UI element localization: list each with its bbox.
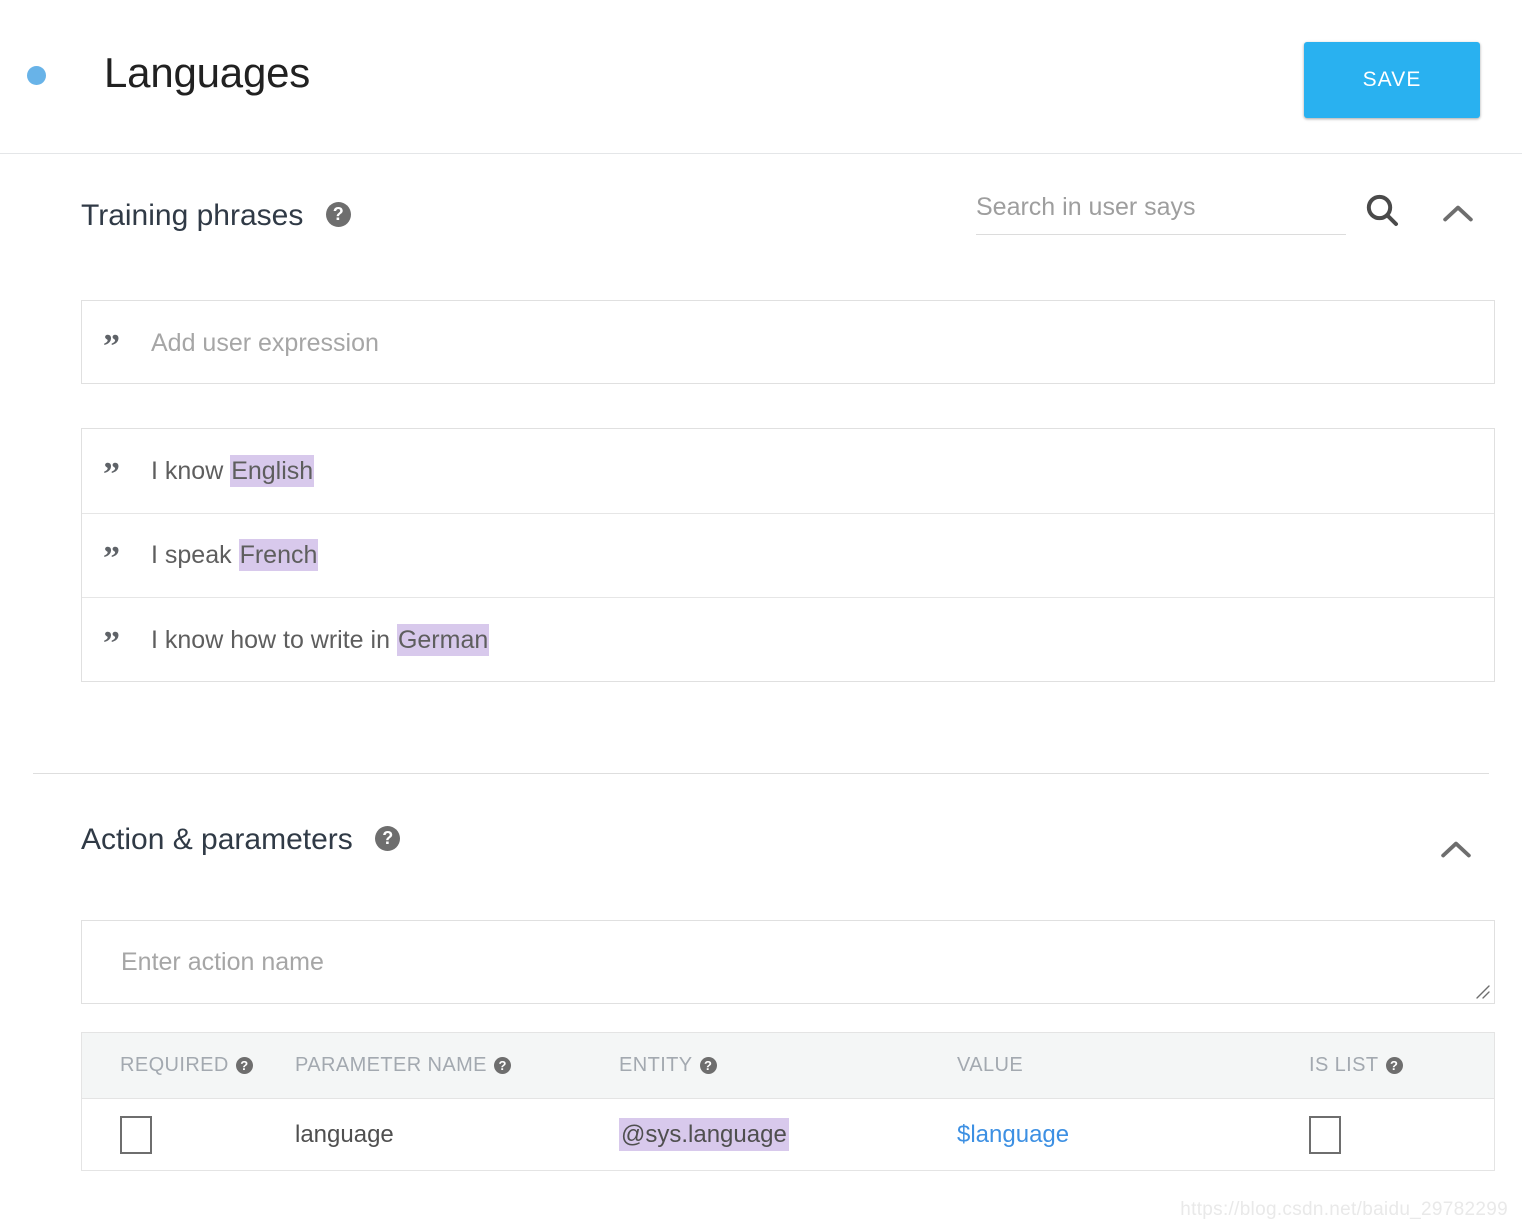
training-phrases-title: Training phrases — [81, 199, 304, 232]
column-header-entity: ENTITY? — [602, 1054, 942, 1077]
search-icon[interactable] — [1362, 190, 1402, 230]
intent-editor-page: Languages SAVE Training phrases ? ” Add … — [0, 0, 1522, 1232]
cell-required — [82, 1115, 259, 1154]
cell-parameter-name[interactable]: language — [259, 1119, 602, 1151]
column-header-value: VALUE — [942, 1054, 1286, 1077]
parameter-value: $language — [957, 1120, 1070, 1148]
chevron-up-icon[interactable] — [1434, 828, 1478, 872]
table-row: language @sys.language $language — [82, 1099, 1494, 1171]
training-phrase-row[interactable]: ” I speak French — [82, 514, 1494, 599]
phrase-prefix: I know how to write in — [151, 626, 397, 655]
parameter-name-value: language — [295, 1120, 394, 1148]
parameters-table-header: REQUIRED? PARAMETER NAME? ENTITY? VALUE … — [82, 1033, 1494, 1099]
help-icon[interactable]: ? — [375, 825, 401, 851]
quote-icon: ” — [103, 455, 120, 493]
cell-entity[interactable]: @sys.language — [602, 1117, 942, 1151]
quote-icon: ” — [103, 625, 120, 663]
intent-status-dot — [27, 66, 46, 85]
phrase-entity-highlight[interactable]: French — [238, 539, 319, 572]
training-phrase-list: ” I know English ” I speak French ” I kn… — [81, 428, 1495, 682]
add-user-expression-input[interactable]: Add user expression — [151, 326, 379, 360]
help-icon[interactable]: ? — [1385, 1057, 1403, 1075]
column-label: REQUIRED — [120, 1054, 229, 1076]
training-phrases-header: Training phrases ? — [81, 196, 351, 244]
phrase-prefix: I speak — [151, 541, 239, 570]
cell-value[interactable]: $language — [942, 1119, 1286, 1151]
column-header-is-list: IS LIST? — [1286, 1054, 1494, 1077]
help-icon[interactable]: ? — [325, 201, 351, 227]
help-icon[interactable]: ? — [493, 1057, 511, 1075]
save-button[interactable]: SAVE — [1304, 42, 1480, 118]
page-header: Languages SAVE — [0, 0, 1522, 154]
required-checkbox[interactable] — [120, 1115, 152, 1154]
cell-is-list — [1286, 1115, 1494, 1154]
column-label: IS LIST — [1309, 1054, 1379, 1076]
action-name-field-wrapper[interactable] — [81, 920, 1495, 1004]
entity-value: @sys.language — [619, 1117, 789, 1151]
chevron-up-icon[interactable] — [1436, 192, 1480, 236]
page-title: Languages — [104, 49, 311, 96]
section-divider — [33, 773, 1489, 774]
training-phrase-text: I speak French — [151, 538, 319, 572]
training-phrase-row[interactable]: ” I know how to write in German — [82, 598, 1494, 683]
training-phrase-text: I know how to write in German — [151, 623, 490, 657]
phrase-prefix: I know — [151, 456, 231, 485]
action-parameters-header: Action & parameters ? — [81, 820, 401, 868]
column-header-parameter-name: PARAMETER NAME? — [259, 1054, 602, 1077]
quote-icon: ” — [103, 328, 120, 366]
help-icon[interactable]: ? — [699, 1057, 717, 1075]
parameters-table: REQUIRED? PARAMETER NAME? ENTITY? VALUE … — [81, 1032, 1495, 1171]
phrase-entity-highlight[interactable]: German — [396, 624, 490, 657]
column-label: VALUE — [957, 1054, 1024, 1076]
action-parameters-title: Action & parameters — [81, 823, 353, 856]
help-icon[interactable]: ? — [235, 1057, 253, 1075]
add-user-expression-row[interactable]: ” Add user expression — [82, 301, 1494, 386]
training-phrase-row[interactable]: ” I know English — [82, 429, 1494, 514]
quote-icon: ” — [103, 540, 120, 578]
search-field-wrapper — [976, 190, 1346, 235]
entity-highlight: @sys.language — [619, 1117, 789, 1151]
training-phrases-search-area — [976, 190, 1480, 236]
phrase-entity-highlight[interactable]: English — [230, 454, 315, 487]
add-user-expression-placeholder: Add user expression — [151, 329, 379, 358]
column-label: ENTITY — [619, 1054, 693, 1076]
search-input[interactable] — [976, 190, 1346, 224]
column-label: PARAMETER NAME — [295, 1054, 487, 1076]
column-header-required: REQUIRED? — [82, 1054, 259, 1077]
watermark: https://blog.csdn.net/baidu_29782299 — [1180, 1199, 1508, 1220]
is-list-checkbox[interactable] — [1309, 1115, 1341, 1154]
add-user-expression-box[interactable]: ” Add user expression — [81, 300, 1495, 384]
training-phrase-text: I know English — [151, 454, 315, 488]
action-name-input[interactable] — [82, 921, 1494, 1003]
